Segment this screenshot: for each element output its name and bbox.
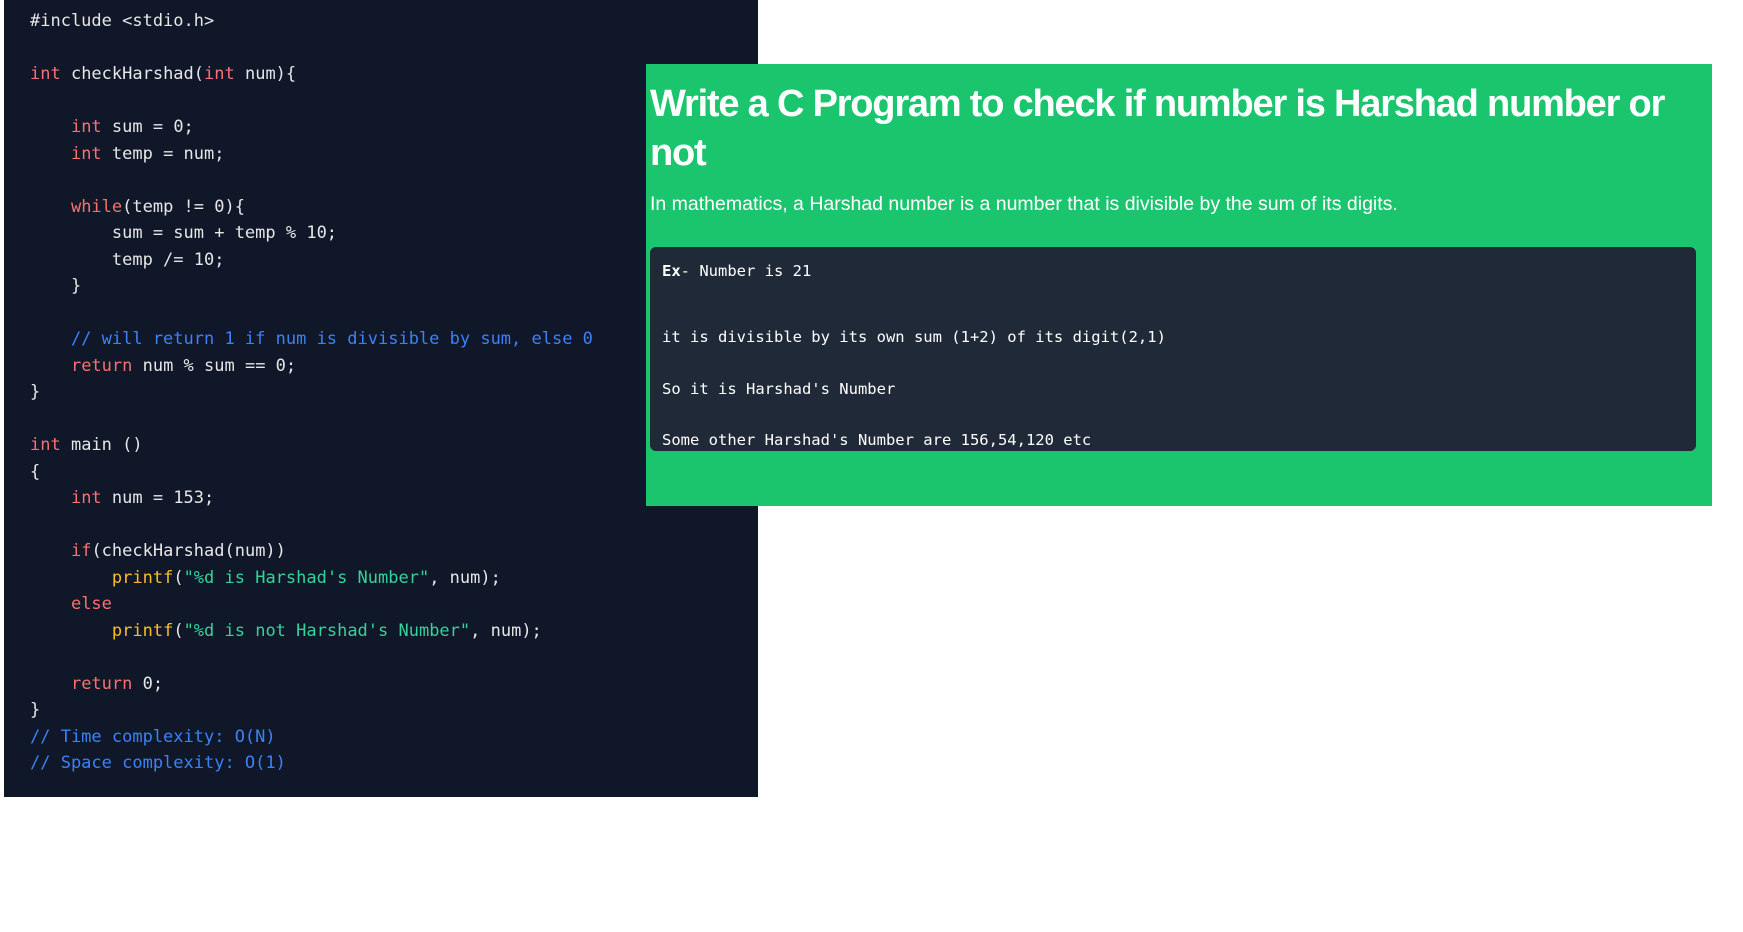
code-token-plain: (	[173, 567, 184, 588]
article-title: Write a C Program to check if number is …	[650, 83, 1665, 174]
code-line: // Space complexity: O(1)	[30, 750, 758, 777]
code-token-plain: #include <stdio.h>	[30, 11, 215, 31]
code-line: else	[30, 591, 758, 618]
code-line: return 0;	[30, 671, 758, 698]
example-line-1-text: - Number is 21	[680, 262, 812, 280]
code-token-plain: }	[30, 382, 41, 402]
example-line: Ex- Number is 21	[662, 261, 1684, 312]
code-line: printf("%d is Harshad's Number", num);	[30, 565, 758, 592]
example-code-box: Ex- Number is 21 it is divisible by its …	[650, 247, 1696, 451]
code-token-keyword: int	[70, 117, 102, 137]
code-token-plain: sum = 0;	[101, 117, 194, 137]
code-token-keyword: if	[70, 541, 92, 561]
code-line: printf("%d is not Harshad's Number", num…	[30, 618, 758, 645]
example-prefix: Ex	[662, 262, 681, 280]
code-token-plain: {	[30, 461, 41, 482]
code-token-plain: , num);	[429, 567, 501, 588]
example-line-2: it is divisible by its own sum (1+2) of …	[662, 328, 1166, 346]
code-token-keyword: return	[70, 355, 133, 376]
code-token-plain: temp /= 10;	[30, 249, 225, 270]
code-token-plain: (checkHarshad(num))	[91, 541, 286, 561]
code-token-plain: checkHarshad(	[60, 64, 205, 84]
code-token-keyword: int	[70, 143, 102, 164]
code-token-plain: (temp != 0){	[122, 196, 245, 217]
code-token-comment: // Time complexity: O(N)	[30, 726, 276, 747]
code-token-comment: // Space complexity: O(1)	[30, 753, 286, 773]
code-token-plain: 0;	[132, 673, 164, 694]
code-token-plain: num = 153;	[101, 488, 215, 508]
code-token-plain: num % sum == 0;	[132, 355, 297, 376]
code-token-plain: (	[173, 620, 184, 641]
code-token-func: printf	[111, 567, 174, 588]
code-token-keyword: else	[70, 594, 112, 614]
code-token-func: printf	[111, 620, 174, 641]
code-line: }	[30, 697, 758, 724]
code-token-plain: }	[30, 276, 82, 296]
code-token-plain: }	[30, 700, 41, 720]
code-token-keyword: int	[30, 64, 61, 84]
article-card: Write a C Program to check if number is …	[646, 64, 1712, 506]
code-line: if(checkHarshad(num))	[30, 538, 758, 565]
code-line: #include <stdio.h>	[30, 8, 758, 35]
article-intro: In mathematics, a Harshad number is a nu…	[650, 193, 1398, 215]
code-token-string: "%d is Harshad's Number"	[183, 567, 430, 588]
code-snippet-panel: #include <stdio.h> int checkHarshad(int n…	[4, 0, 758, 797]
example-line-3: So it is Harshad's Number	[662, 379, 896, 398]
code-token-keyword: int	[30, 435, 61, 455]
code-token-keyword: while	[70, 196, 123, 217]
code-token-keyword: return	[70, 673, 133, 694]
code-token-string: "%d is not Harshad's Number"	[183, 620, 471, 641]
code-line: // Time complexity: O(N)	[30, 724, 758, 751]
code-token-plain: main ()	[60, 435, 143, 455]
code-token-keyword: int	[204, 64, 235, 84]
example-line-4: Some other Harshad's Number are 156,54,1…	[662, 431, 1092, 449]
code-token-plain: temp = num;	[101, 143, 225, 164]
code-token-plain: , num);	[470, 620, 542, 641]
code-token-keyword: int	[70, 488, 102, 508]
code-token-plain: num){	[234, 64, 297, 84]
code-token-plain: sum = sum + temp % 10;	[30, 223, 338, 243]
code-token-comment: // will return 1 if num is divisible by …	[30, 329, 593, 349]
